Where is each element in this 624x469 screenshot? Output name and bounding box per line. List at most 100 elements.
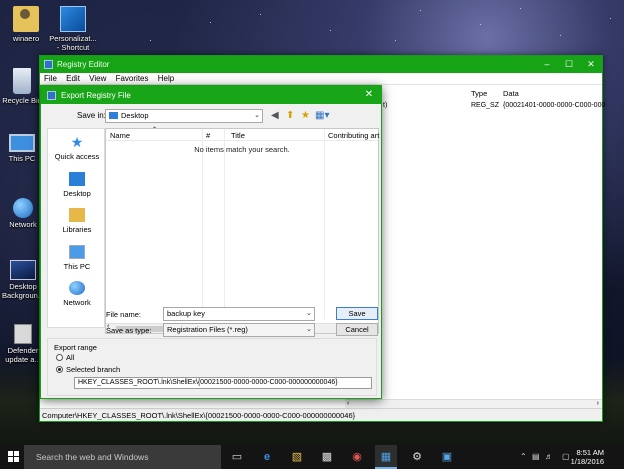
save-as-type-value: Registration Files (*.reg) — [167, 325, 248, 334]
file-name-input[interactable]: backup key ⌄ — [163, 307, 315, 321]
taskbar-search-box[interactable]: Search the web and Windows — [24, 445, 221, 469]
column-header-name[interactable]: Name — [110, 131, 130, 140]
windows-start-icon[interactable] — [8, 451, 20, 463]
batch-file-icon — [14, 324, 32, 344]
settings-gear-icon[interactable]: ⚙ — [406, 445, 428, 469]
menu-help[interactable]: Help — [158, 73, 174, 85]
values-horizontal-scrollbar[interactable]: ‹ › — [345, 399, 602, 408]
scroll-right-arrow-icon[interactable]: › — [597, 400, 599, 407]
place-label: Network — [63, 298, 91, 307]
dialog-title: Export Registry File — [61, 91, 131, 100]
back-icon[interactable]: ◀ — [271, 110, 279, 122]
radio-all-label[interactable]: All — [66, 353, 74, 362]
value-data-cell[interactable]: {00021401-0000-0000-C000-000 — [503, 102, 605, 109]
place-libraries[interactable]: Libraries — [48, 208, 106, 234]
edge-browser-icon[interactable]: e — [256, 445, 278, 469]
places-bar: ★ Quick access Desktop Libraries This PC… — [47, 128, 105, 328]
menu-favorites[interactable]: Favorites — [116, 73, 149, 85]
column-header-contributing-artists[interactable]: Contributing art — [328, 131, 379, 140]
desktop-icon-label: Personalizat... - Shortcut — [49, 34, 97, 52]
column-header-type[interactable]: Type — [471, 89, 487, 98]
value-name-cell[interactable]: t) — [383, 102, 387, 109]
value-type-cell[interactable]: REG_SZ — [471, 102, 499, 109]
empty-list-message: No items match your search. — [194, 145, 290, 154]
taskbar-clock[interactable]: 8:51 AM 1/18/2016 — [571, 448, 604, 466]
scroll-left-arrow-icon[interactable]: ‹ — [347, 400, 349, 407]
save-in-dropdown[interactable]: Desktop ⌄ — [105, 109, 263, 123]
save-as-type-dropdown[interactable]: Registration Files (*.reg) ⌄ — [163, 323, 315, 337]
dialog-titlebar[interactable]: Export Registry File ✕ — [41, 86, 381, 104]
column-header-number[interactable]: # — [206, 131, 210, 140]
recycle-bin-icon — [13, 68, 31, 94]
menu-edit[interactable]: Edit — [66, 73, 80, 85]
save-in-value: Desktop — [121, 111, 149, 120]
desktop-icon-winaero[interactable]: winaero — [0, 6, 52, 43]
place-desktop[interactable]: Desktop — [48, 172, 106, 198]
file-explorer-icon[interactable]: ▧ — [286, 445, 308, 469]
new-folder-icon[interactable]: ★ — [301, 110, 310, 122]
selected-branch-input[interactable]: HKEY_CLASSES_ROOT\.lnk\ShellEx\{00021500… — [74, 377, 372, 389]
personalization-icon — [60, 6, 86, 32]
paint-icon[interactable]: ◉ — [346, 445, 368, 469]
menu-view[interactable]: View — [89, 73, 106, 85]
radio-selected-branch-label[interactable]: Selected branch — [66, 365, 120, 374]
background-image-icon — [10, 260, 36, 280]
save-in-label: Save in: — [77, 111, 106, 120]
show-hidden-icons-icon[interactable]: ⌃ — [520, 445, 527, 469]
sort-up-icon: ⌃ — [152, 127, 158, 133]
file-list[interactable]: Name ⌃ # Title Contributing art No items… — [105, 127, 379, 334]
place-this-pc[interactable]: This PC — [48, 245, 106, 271]
column-header-title[interactable]: Title — [231, 131, 245, 140]
dialog-close-button[interactable]: ✕ — [361, 87, 377, 103]
cancel-button[interactable]: Cancel — [336, 323, 378, 336]
desktop-icon-label: winaero — [12, 34, 40, 43]
place-label: Desktop — [63, 189, 91, 198]
radio-selected-branch[interactable] — [56, 366, 63, 373]
task-view-icon[interactable]: ▭ — [226, 445, 248, 469]
export-registry-dialog: Export Registry File ✕ Save in: Desktop … — [40, 85, 382, 399]
registry-app-icon — [47, 91, 56, 100]
network-globe-icon — [13, 198, 33, 218]
volume-icon[interactable]: ♬ — [545, 445, 553, 469]
store-icon[interactable]: ▩ — [316, 445, 338, 469]
save-button[interactable]: Save — [336, 307, 378, 320]
chevron-down-icon: ⌄ — [254, 112, 260, 119]
window-title: Registry Editor — [57, 60, 110, 69]
notifications-icon[interactable]: ▢ — [562, 445, 570, 469]
taskbar: Search the web and Windows ▭ e ▧ ▩ ◉ ▦ ⚙… — [0, 445, 624, 469]
maximize-button[interactable]: ☐ — [558, 56, 580, 73]
export-range-label: Export range — [54, 343, 97, 352]
clock-time: 8:51 AM — [576, 448, 604, 457]
registry-app-icon — [44, 60, 53, 69]
star-icon: ★ — [70, 134, 84, 150]
place-network[interactable]: Network — [48, 281, 106, 307]
place-quick-access[interactable]: ★ Quick access — [48, 135, 106, 161]
up-folder-icon[interactable]: ⬆ — [286, 110, 294, 122]
export-range-group: Export range All Selected branch HKEY_CL… — [47, 338, 377, 396]
desktop-icon-personalization-shortcut[interactable]: Personalizat... - Shortcut — [47, 6, 99, 52]
libraries-icon — [69, 208, 85, 222]
place-label: Quick access — [54, 152, 100, 161]
computer-icon — [69, 245, 85, 259]
status-bar: Computer\HKEY_CLASSES_ROOT\.lnk\ShellEx\… — [40, 408, 602, 421]
registry-editor-titlebar[interactable]: Registry Editor – ☐ ✕ — [40, 56, 602, 73]
computer-icon — [9, 134, 35, 152]
menu-bar: File Edit View Favorites Help — [40, 73, 602, 85]
radio-all[interactable] — [56, 354, 63, 361]
chevron-down-icon: ⌄ — [306, 310, 312, 317]
menu-file[interactable]: File — [44, 73, 57, 85]
file-name-label: File name: — [106, 310, 142, 319]
view-menu-icon[interactable]: ▦▾ — [315, 110, 329, 122]
save-as-type-label: Save as type: — [106, 326, 152, 335]
network-globe-icon — [69, 281, 85, 295]
column-header-data[interactable]: Data — [503, 89, 519, 98]
clock-date: 1/18/2016 — [570, 457, 604, 466]
values-pane: t) Type Data REG_SZ {00021401-0000-0000-… — [383, 85, 605, 399]
minimize-button[interactable]: – — [536, 56, 558, 73]
desktop-folder-icon — [109, 112, 118, 119]
remote-desktop-icon[interactable]: ▣ — [436, 445, 458, 469]
file-list-header: Name ⌃ # Title Contributing art — [106, 127, 379, 141]
registry-editor-taskbar-icon[interactable]: ▦ — [375, 445, 397, 469]
network-tray-icon[interactable]: ▤ — [532, 445, 540, 469]
close-button[interactable]: ✕ — [580, 56, 602, 73]
